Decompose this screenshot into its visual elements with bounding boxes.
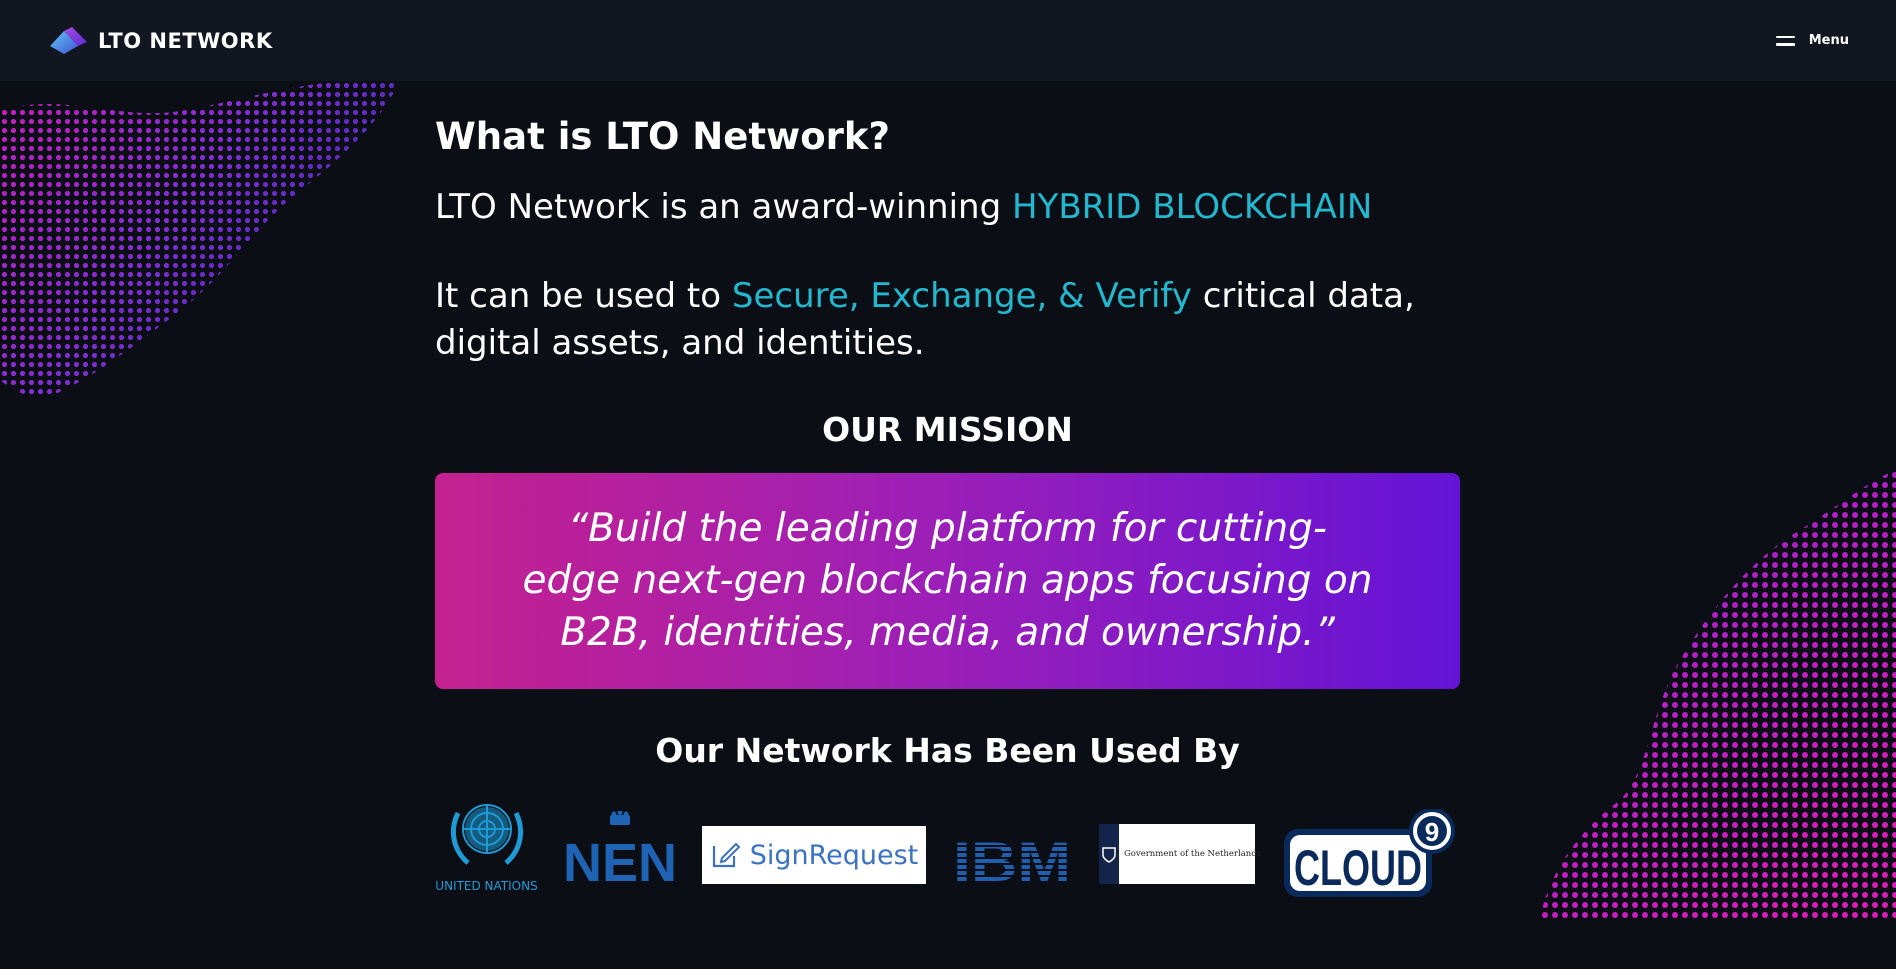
- ibm-logo: IBM: [953, 835, 1071, 883]
- united-nations-logo: UNITED NATIONS: [435, 793, 538, 893]
- government-netherlands-logo: Government of the Netherlands: [1099, 824, 1261, 884]
- signrequest-logo-text: SignRequest: [749, 839, 919, 871]
- what-is-heading: What is LTO Network?: [435, 115, 890, 158]
- intro-line2-text: It can be used to: [435, 276, 732, 316]
- dutch-coat-of-arms-icon: [1099, 824, 1119, 884]
- un-logo-text: UNITED NATIONS: [435, 879, 538, 893]
- cloud9-logo-text: CLOUD: [1294, 840, 1422, 896]
- cloud9-logo: CLOUD 9: [1284, 809, 1455, 897]
- intro-line1-text: LTO Network is an award-winning: [435, 187, 1012, 227]
- cloud9-badge: 9: [1425, 817, 1439, 847]
- hybrid-blockchain-highlight: HYBRID BLOCKCHAIN: [1011, 187, 1373, 227]
- mission-quote-box: “Build the leading platform for cutting-…: [435, 473, 1460, 689]
- mission-quote: “Build the leading platform for cutting-…: [522, 506, 1373, 655]
- signrequest-pen-icon: [712, 842, 740, 868]
- un-emblem-icon: [450, 804, 523, 865]
- secure-exchange-verify-highlight: Secure, Exchange, & Verify: [731, 276, 1192, 316]
- brand-name: LTO NETWORK: [98, 28, 273, 53]
- nen-logo: NEN: [563, 811, 677, 883]
- mission-title: OUR MISSION: [822, 410, 1073, 449]
- particle-wave-left-decoration: [0, 81, 400, 398]
- lto-logo-icon: [50, 26, 87, 54]
- hamburger-icon: [1775, 35, 1795, 46]
- menu-button[interactable]: Menu: [1775, 33, 1849, 48]
- government-logo-text: Government of the Netherlands: [1124, 849, 1262, 859]
- signrequest-logo: SignRequest: [702, 826, 926, 884]
- partner-logos: UNITED NATIONS NEN SignRequest IBM Gover…: [435, 793, 1460, 969]
- brand-logo-link[interactable]: LTO NETWORK: [50, 26, 273, 55]
- top-nav: LTO NETWORK Menu: [0, 0, 1896, 81]
- menu-label: Menu: [1808, 33, 1849, 48]
- used-by-title: Our Network Has Been Used By: [655, 731, 1240, 770]
- intro-line-hybrid: LTO Network is an award-winning HYBRID B…: [435, 187, 1372, 227]
- nen-logo-text: NEN: [563, 833, 677, 883]
- intro-line-usage: It can be used to Secure, Exchange, & Ve…: [435, 273, 1455, 367]
- particle-wave-right-decoration: [1540, 470, 1896, 918]
- ibm-logo-text: IBM: [953, 835, 1071, 883]
